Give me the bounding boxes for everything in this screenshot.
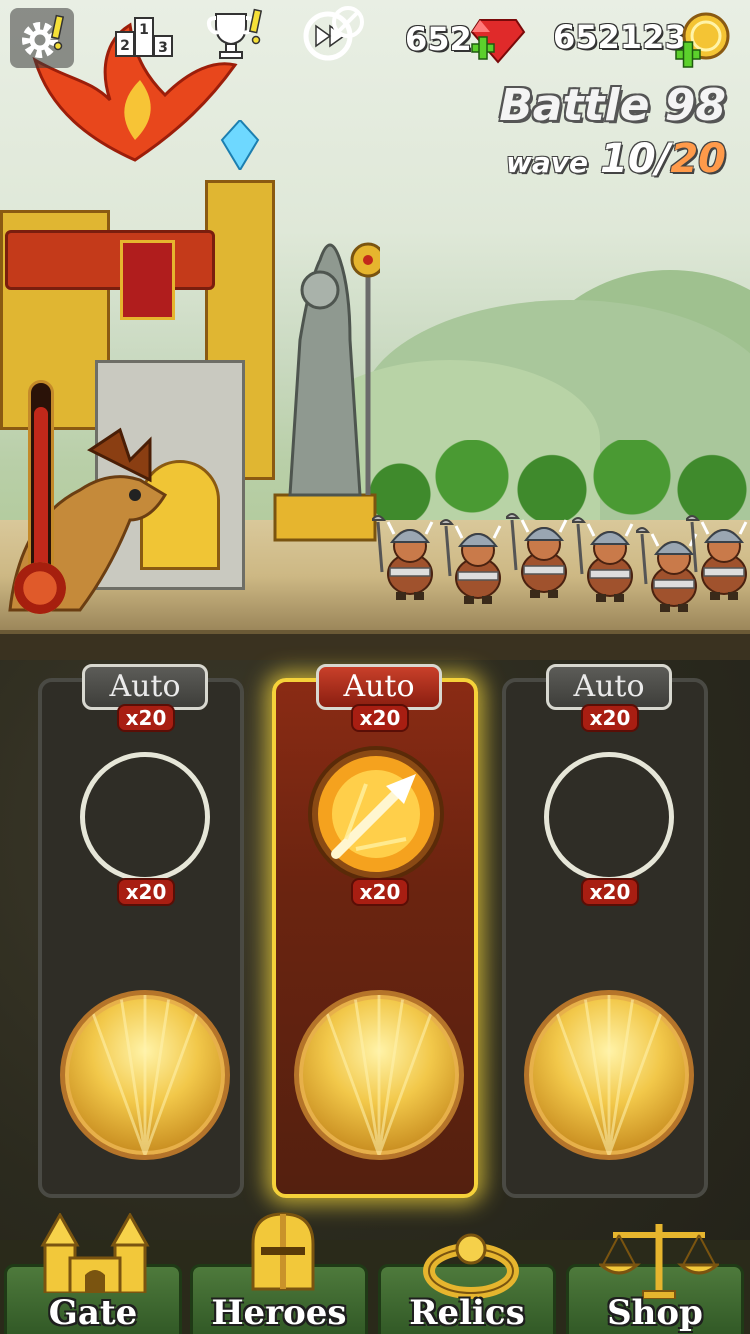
nav-relics-label: Relics xyxy=(409,1293,525,1333)
scales-icon xyxy=(599,1224,719,1299)
castle-roof xyxy=(5,230,215,290)
helmet-icon xyxy=(251,1212,315,1291)
battle-title: Battle 98 xyxy=(499,80,726,131)
coin-rays-icon xyxy=(555,995,663,1155)
nav-relics-button[interactable]: Relics xyxy=(378,1233,556,1334)
crown-icon xyxy=(14,562,66,614)
coin-rays-icon xyxy=(325,995,433,1155)
skill-count-badge: x20 xyxy=(117,878,175,906)
auto-count-badge: x20 xyxy=(581,704,639,732)
empty-skill-ring[interactable] xyxy=(544,752,674,882)
nav-gate-button[interactable]: Gate xyxy=(4,1213,182,1334)
svg-text:2: 2 xyxy=(120,38,130,54)
ground-edge xyxy=(0,630,750,660)
nav-shop-label: Shop xyxy=(607,1293,703,1333)
wave-current: 10 xyxy=(600,136,656,182)
enemy-soldier xyxy=(506,513,568,598)
gems-count: 652 xyxy=(405,20,472,58)
crystal-icon xyxy=(220,120,260,170)
auto-count-badge: x20 xyxy=(351,704,409,732)
wave-separator: / xyxy=(655,136,671,182)
coin-rays-icon xyxy=(91,995,199,1155)
gear-icon xyxy=(22,14,65,58)
skill-slot-1[interactable]: Auto x20 x20 xyxy=(38,664,244,1198)
fast-forward-icon[interactable] xyxy=(300,6,368,62)
coin-add-button[interactable] xyxy=(672,12,732,70)
skill-count-badge: x20 xyxy=(581,878,639,906)
skill-count-badge: x20 xyxy=(351,878,409,906)
enemy-soldier xyxy=(686,515,748,600)
skill-activate-button[interactable] xyxy=(294,990,464,1160)
trophy-icon[interactable] xyxy=(206,8,266,60)
wave-label: wave xyxy=(506,146,589,179)
skill-slot-3[interactable]: Auto x20 x20 xyxy=(502,664,708,1198)
castle-icon xyxy=(40,1213,150,1293)
coins-count: 652123 xyxy=(553,18,687,56)
skill-slot-2[interactable]: Auto x20 x20 xyxy=(272,664,478,1198)
nav-shop-button[interactable]: Shop xyxy=(566,1224,744,1334)
svg-text:3: 3 xyxy=(158,40,168,56)
skill-activate-button[interactable] xyxy=(524,990,694,1160)
auto-count-badge: x20 xyxy=(117,704,175,732)
nav-heroes-label: Heroes xyxy=(211,1293,347,1333)
gem-add-button[interactable] xyxy=(466,16,526,68)
enemy-soldier xyxy=(372,515,434,600)
ring-relic-icon xyxy=(423,1233,519,1299)
spear-strike-icon[interactable] xyxy=(306,744,446,884)
settings-button[interactable] xyxy=(10,8,74,68)
nav-gate-label: Gate xyxy=(48,1293,138,1333)
skill-panel: Auto x20 x20 Auto x20 x20 Auto x20 x20 xyxy=(0,660,750,1240)
skill-activate-button[interactable] xyxy=(60,990,230,1160)
battle-scene: 2 1 3 652 652123 Battle 98 wave 10/20 xyxy=(0,0,750,660)
podium-icon[interactable]: 2 1 3 xyxy=(112,14,176,58)
enemy-soldier xyxy=(440,519,502,604)
nav-heroes-button[interactable]: Heroes xyxy=(190,1212,368,1334)
wave-total: 20 xyxy=(670,136,726,182)
enemy-soldier xyxy=(572,517,634,602)
empty-skill-ring[interactable] xyxy=(80,752,210,882)
bottom-nav: Gate Heroes Relics Shop xyxy=(0,1212,750,1334)
svg-text:1: 1 xyxy=(139,22,149,38)
wave-counter: wave 10/20 xyxy=(506,136,726,182)
statue-icon xyxy=(273,242,380,542)
castle-banner xyxy=(120,240,175,320)
